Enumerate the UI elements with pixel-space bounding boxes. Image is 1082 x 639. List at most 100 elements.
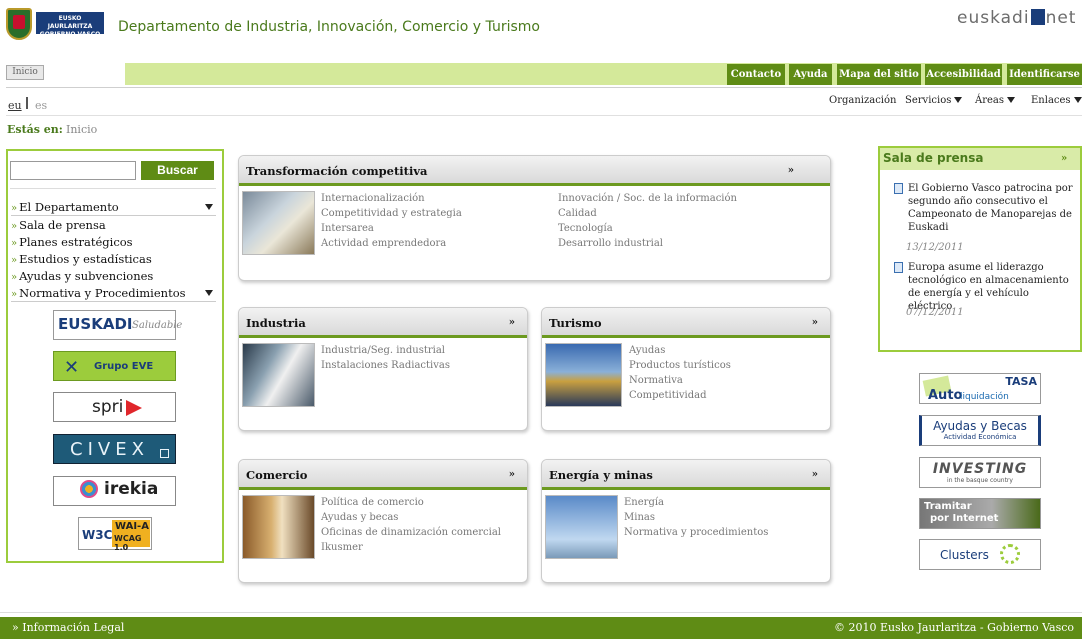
link[interactable]: Innovación / Soc. de la información xyxy=(558,193,737,204)
menu-servicios[interactable]: Servicios xyxy=(905,95,963,106)
leftnav-el-departamento[interactable]: » El Departamento xyxy=(11,200,216,214)
link[interactable]: Productos turísticos xyxy=(629,360,731,371)
link[interactable]: Ayudas y becas xyxy=(321,512,398,523)
home-button[interactable]: Inicio xyxy=(6,65,44,80)
thumb-city-view xyxy=(545,343,622,407)
box-comercio: Comercio » Política de comercio Ayudas y… xyxy=(238,459,528,583)
divider xyxy=(11,215,216,216)
help-button[interactable]: Ayuda xyxy=(789,64,832,85)
link[interactable]: Ayudas xyxy=(629,345,665,356)
link[interactable]: Internacionalización xyxy=(321,193,425,204)
leftnav-normativa[interactable]: » Normativa y Procedimientos xyxy=(11,286,216,300)
link[interactable]: Oficinas de dinamización comercial xyxy=(321,527,501,538)
clusters-logo[interactable]: Clusters xyxy=(919,539,1041,570)
auto-label: Auto xyxy=(928,388,963,403)
euskadinet-logo-right: net xyxy=(1045,8,1077,28)
contact-button[interactable]: Contacto xyxy=(727,64,785,85)
link[interactable]: Minas xyxy=(624,512,655,523)
double-chevron-icon: » xyxy=(11,221,18,232)
investing-sub: in the basque country xyxy=(947,477,1013,484)
legal-link[interactable]: » Información Legal xyxy=(12,617,124,639)
box-energia: Energía y minas » Energía Minas Normativ… xyxy=(541,459,831,583)
spri-label: spri xyxy=(92,397,124,417)
menu-servicios-label: Servicios xyxy=(905,95,952,106)
link[interactable]: Intersarea xyxy=(321,223,374,234)
login-button[interactable]: Identificarse xyxy=(1007,64,1082,85)
link[interactable]: Política de comercio xyxy=(321,497,424,508)
link[interactable]: Tecnología xyxy=(558,223,613,234)
irekia-logo[interactable]: irekia xyxy=(53,476,176,506)
box-title: Turismo xyxy=(549,316,602,330)
autoliquidacion-logo[interactable]: TASA Auto liquidación xyxy=(919,373,1041,404)
double-chevron-icon: » xyxy=(11,272,18,283)
w3c-wai-logo[interactable]: W3C WAI-A WCAG 1.0 xyxy=(78,517,152,552)
civex-logo[interactable]: CIVEX xyxy=(53,434,176,464)
spri-logo[interactable]: spri xyxy=(53,392,176,422)
clusters-label: Clusters xyxy=(940,548,989,562)
eve-x-icon: ✕ xyxy=(64,357,80,378)
investing-logo[interactable]: INVESTING in the basque country xyxy=(919,457,1041,488)
euskadi-saludable-logo[interactable]: EUSKADI Saludable xyxy=(53,310,182,340)
link[interactable]: Actividad emprendedora xyxy=(321,238,446,249)
footer: » Información Legal © 2010 Eusko Jaurlar… xyxy=(0,617,1082,639)
w3c-label: W3C xyxy=(82,528,113,542)
accessibility-button[interactable]: Accesibilidad xyxy=(925,64,1002,85)
leftnav-sala-de-prensa[interactable]: » Sala de prensa xyxy=(11,218,216,232)
box-header[interactable]: Comercio » xyxy=(239,460,527,490)
menu-organizacion[interactable]: Organización xyxy=(829,95,896,106)
ayudas-becas-sub: Actividad Económica xyxy=(943,433,1017,441)
spri-arrow-icon xyxy=(126,400,142,416)
leftnav-planes[interactable]: » Planes estratégicos xyxy=(11,235,216,249)
press-title[interactable]: Sala de prensa xyxy=(883,151,983,165)
lang-es-link[interactable]: es xyxy=(35,99,47,112)
breadcrumb-label: Estás en: xyxy=(7,123,63,136)
link[interactable]: Energía xyxy=(624,497,664,508)
double-chevron-icon[interactable]: » xyxy=(1061,153,1067,164)
euskadinet-logo[interactable]: euskadi net xyxy=(957,8,1076,28)
box-header[interactable]: Energía y minas » xyxy=(542,460,830,490)
link[interactable]: Industria/Seg. industrial xyxy=(321,345,445,356)
news-headline[interactable]: Europa asume el liderazgo tecnológico en… xyxy=(908,261,1076,313)
double-chevron-icon: » xyxy=(811,469,818,480)
divider xyxy=(0,612,1082,613)
link[interactable]: Instalaciones Radiactivas xyxy=(321,360,450,371)
leftnav-label: Estudios y estadísticas xyxy=(19,252,152,266)
wcag-label: WCAG 1.0 xyxy=(114,534,142,552)
thumb-lab-worker xyxy=(242,343,315,407)
chevron-down-icon xyxy=(1007,97,1016,103)
lang-eu-link[interactable]: eu xyxy=(8,99,22,112)
ayudas-becas-logo[interactable]: Ayudas y Becas Actividad Económica xyxy=(919,415,1041,446)
leftnav-ayudas[interactable]: » Ayudas y subvenciones xyxy=(11,269,216,283)
leftnav-label: Sala de prensa xyxy=(19,218,106,232)
divider xyxy=(10,188,216,189)
link[interactable]: Desarrollo industrial xyxy=(558,238,663,249)
box-header[interactable]: Industria » xyxy=(239,308,527,338)
leftnav-estudios[interactable]: » Estudios y estadísticas xyxy=(11,252,216,266)
link[interactable]: Calidad xyxy=(558,208,597,219)
link[interactable]: Competitividad y estrategia xyxy=(321,208,462,219)
tramitar-logo[interactable]: Tramitar por Internet xyxy=(919,498,1041,529)
box-header[interactable]: Transformación competitiva » xyxy=(239,156,830,186)
civex-label: CIVEX xyxy=(70,439,149,460)
grupo-eve-logo[interactable]: ✕ Grupo EVE xyxy=(53,351,176,381)
news-headline[interactable]: El Gobierno Vasco patrocina por segundo … xyxy=(908,182,1076,234)
box-transformacion: Transformación competitiva » Internacion… xyxy=(238,155,831,281)
divider xyxy=(11,301,216,302)
double-chevron-icon: » xyxy=(811,317,818,328)
menu-areas[interactable]: Áreas xyxy=(975,95,1016,106)
link[interactable]: Normativa xyxy=(629,375,683,386)
search-button[interactable]: Buscar xyxy=(141,161,214,180)
link[interactable]: Normativa y procedimientos xyxy=(624,527,768,538)
gobierno-vasco-logo[interactable]: EUSKO JAURLARITZA GOBIERNO VASCO xyxy=(36,12,104,38)
sitemap-button[interactable]: Mapa del sitio xyxy=(837,64,921,85)
double-chevron-icon: » xyxy=(11,203,18,214)
link[interactable]: Ikusmer xyxy=(321,542,363,553)
menu-enlaces[interactable]: Enlaces xyxy=(1031,95,1082,106)
menu-enlaces-label: Enlaces xyxy=(1031,95,1071,106)
link[interactable]: Competitividad xyxy=(629,390,707,401)
double-chevron-icon: » xyxy=(11,238,18,249)
lang-separator xyxy=(26,97,28,109)
box-header[interactable]: Turismo » xyxy=(542,308,830,338)
leftnav-label: Ayudas y subvenciones xyxy=(19,269,154,283)
search-input[interactable] xyxy=(10,161,136,180)
